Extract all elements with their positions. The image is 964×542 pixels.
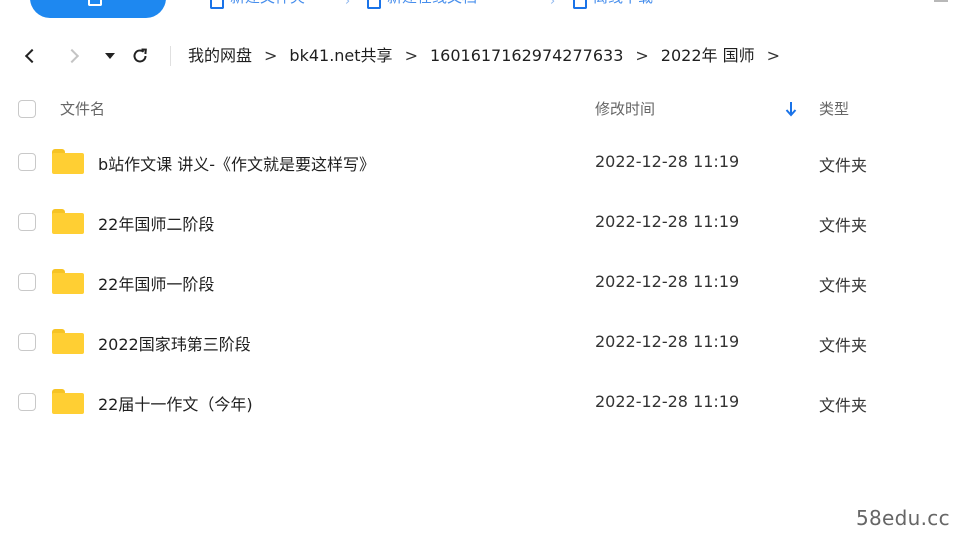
chevron-right-icon [64, 48, 80, 64]
file-name[interactable]: 2022国家玮第三阶段 [98, 331, 251, 355]
toolbar-chevron-icon: › [345, 0, 351, 9]
navigation-bar: 我的网盘 > bk41.net共享 >1601617162974277633 >2022… [0, 36, 964, 76]
breadcrumb-separator: > [635, 46, 649, 65]
more-options-icon[interactable] [934, 0, 948, 2]
file-name[interactable]: 22年国师一阶段 [98, 271, 214, 295]
file-name[interactable]: b站作文课 讲义-《作文就是要这样写》 [98, 151, 375, 175]
row-checkbox[interactable] [18, 153, 36, 171]
toolbar-chevron-icon: › [550, 0, 556, 9]
offline-download-icon [573, 0, 587, 9]
watermark: 58edu.cc [856, 506, 950, 530]
forward-button[interactable] [62, 44, 86, 68]
folder-icon [52, 269, 84, 295]
offline-download-button[interactable]: 离线下载 [573, 0, 653, 16]
file-modified: 2022-12-28 11:19 [595, 272, 740, 291]
new-folder-label: 新建文件夹 [230, 0, 305, 11]
breadcrumb-item-shared[interactable]: bk41.net共享 [289, 45, 392, 67]
select-all-checkbox[interactable] [18, 100, 36, 118]
breadcrumb-item-id-folder[interactable]: 1601617162974277633 [430, 45, 623, 67]
file-modified: 2022-12-28 11:19 [595, 392, 740, 411]
refresh-icon [133, 48, 147, 63]
chevron-left-icon [24, 48, 40, 64]
file-row[interactable]: 2022国家玮第三阶段 2022-12-28 11:19 文件夹 [0, 312, 964, 372]
breadcrumb: 我的网盘 > bk41.net共享 >1601617162974277633 >2022… [188, 45, 792, 67]
row-checkbox[interactable] [18, 213, 36, 231]
column-header-name[interactable]: 文件名 [60, 98, 105, 119]
row-checkbox[interactable] [18, 333, 36, 351]
file-type: 文件夹 [819, 156, 868, 175]
file-name[interactable]: 22年国师二阶段 [98, 211, 214, 235]
file-modified: 2022-12-28 11:19 [595, 332, 740, 351]
new-online-doc-label: 新建在线文档 [387, 0, 477, 11]
file-modified: 2022-12-28 11:19 [595, 152, 740, 171]
file-row[interactable]: 22年国师二阶段 2022-12-28 11:19 文件夹 [0, 192, 964, 252]
file-modified: 2022-12-28 11:19 [595, 212, 740, 231]
folder-icon [52, 149, 84, 175]
nav-divider [170, 46, 171, 66]
new-folder-button[interactable]: 新建文件夹 [210, 0, 305, 16]
column-header-modified[interactable]: 修改时间 [595, 98, 655, 119]
breadcrumb-item-my-drive[interactable]: 我的网盘 [188, 45, 252, 67]
folder-icon [52, 329, 84, 355]
history-dropdown-button[interactable] [98, 44, 122, 68]
caret-down-icon [105, 53, 115, 59]
top-toolbar: 新建文件夹 › 新建在线文档 › 离线下载 [0, 0, 964, 18]
file-type: 文件夹 [819, 216, 868, 235]
row-checkbox[interactable] [18, 393, 36, 411]
breadcrumb-separator: > [404, 46, 418, 65]
folder-icon [52, 209, 84, 235]
file-type: 文件夹 [819, 276, 868, 295]
file-row[interactable]: 22届十一作文（今年) 2022-12-28 11:19 文件夹 [0, 372, 964, 432]
new-folder-icon [210, 0, 224, 9]
refresh-button[interactable] [128, 44, 152, 68]
file-row[interactable]: 22年国师一阶段 2022-12-28 11:19 文件夹 [0, 252, 964, 312]
offline-download-label: 离线下载 [593, 0, 653, 11]
new-doc-icon [367, 0, 381, 9]
file-type: 文件夹 [819, 396, 868, 415]
row-checkbox[interactable] [18, 273, 36, 291]
breadcrumb-separator: > [264, 46, 278, 65]
back-button[interactable] [18, 44, 42, 68]
sort-down-arrow-icon[interactable] [784, 99, 798, 119]
upload-button[interactable] [30, 0, 166, 18]
folder-icon [52, 389, 84, 415]
new-online-doc-button[interactable]: 新建在线文档 [367, 0, 477, 16]
breadcrumb-separator: > [766, 46, 781, 65]
breadcrumb-item-current[interactable]: 2022年 国师 [661, 45, 755, 67]
file-list: b站作文课 讲义-《作文就是要这样写》 2022-12-28 11:19 文件夹… [0, 132, 964, 432]
file-type: 文件夹 [819, 336, 868, 355]
upload-icon [88, 0, 102, 6]
file-row[interactable]: b站作文课 讲义-《作文就是要这样写》 2022-12-28 11:19 文件夹 [0, 132, 964, 192]
column-header-type[interactable]: 类型 [819, 98, 849, 119]
file-name[interactable]: 22届十一作文（今年) [98, 391, 253, 415]
file-list-header: 文件名 修改时间 类型 [0, 92, 964, 126]
